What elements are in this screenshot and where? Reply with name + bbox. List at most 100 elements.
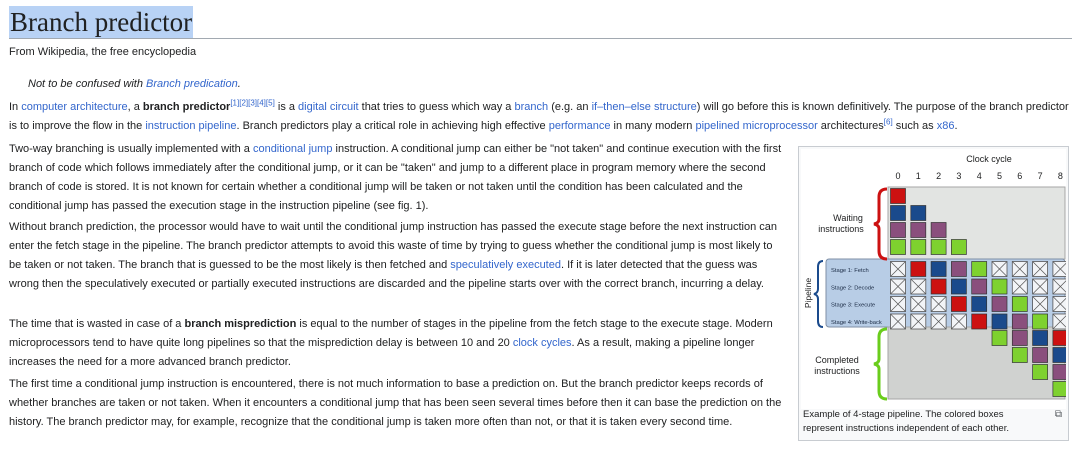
- clock-cycle-title: Clock cycle: [966, 154, 1012, 164]
- pipeline-cell: [951, 261, 967, 277]
- pipeline-empty-cell: [1052, 261, 1069, 277]
- pipeline-empty-cell: [930, 296, 947, 312]
- completed-cell: [1052, 330, 1069, 346]
- pipeline-empty-cell: [890, 296, 906, 312]
- waiting-cell: [951, 239, 967, 255]
- pipeline-empty-cell: [890, 313, 906, 330]
- text: Two-way branching is usually implemented…: [9, 143, 253, 155]
- completed-label-line1: Completed: [815, 355, 859, 365]
- cycle-label-8: 8: [1058, 171, 1063, 181]
- link-clock-cycles[interactable]: clock cycles: [513, 337, 572, 349]
- pipeline-cell: [1032, 313, 1048, 330]
- pipeline-cell: [971, 261, 988, 277]
- link-branch-predication[interactable]: Branch predication: [146, 78, 238, 90]
- text: The first time a conditional jump instru…: [9, 378, 782, 428]
- link-digital-circuit[interactable]: digital circuit: [298, 101, 359, 113]
- text: such as: [892, 120, 937, 132]
- pipeline-diagram-image[interactable]: Clock cycle 0 1 2 3 4 5 6 7 8 Waiting instructio…: [801, 149, 1069, 409]
- pipeline-empty-cell: [1011, 278, 1028, 295]
- page-title: Branch predictor: [9, 6, 194, 38]
- completed-cell: [1032, 347, 1048, 363]
- completed-cell: [1052, 347, 1069, 363]
- waiting-cell: [930, 239, 947, 255]
- stage-label-1: Stage 1: Fetch: [831, 268, 869, 274]
- cycle-label-3: 3: [956, 171, 961, 181]
- cycle-label-2: 2: [936, 171, 941, 181]
- waiting-label-line2: instructions: [818, 224, 864, 234]
- pipeline-empty-cell: [1011, 261, 1028, 277]
- cycle-label-5: 5: [997, 171, 1002, 181]
- text: , a: [127, 101, 143, 113]
- text: in many modern: [610, 120, 696, 132]
- hatnote-prefix: Not to be confused with: [28, 78, 147, 90]
- figure-caption: Example of 4-stage pipeline. The colored…: [803, 409, 1009, 434]
- completed-label-line2: instructions: [814, 366, 860, 376]
- term-branch-misprediction: branch misprediction: [184, 318, 297, 330]
- text: that tries to guess which way a: [358, 101, 515, 113]
- pipeline-cell: [951, 296, 967, 312]
- waiting-cell: [910, 205, 927, 221]
- cycle-label-1: 1: [916, 171, 921, 181]
- pipeline-cell: [930, 278, 947, 295]
- link-conditional-jump[interactable]: conditional jump: [253, 143, 333, 155]
- article-page: Branch predictor From Wikipedia, the fre…: [0, 0, 1080, 456]
- text: is a: [274, 101, 299, 113]
- completed-cell: [1011, 330, 1028, 346]
- completed-cell: [1052, 364, 1069, 380]
- waiting-cell: [890, 205, 906, 221]
- link-instruction-pipeline[interactable]: instruction pipeline: [145, 120, 236, 132]
- cycle-label-0: 0: [895, 171, 900, 181]
- completed-cell: [1032, 364, 1048, 380]
- reference-links-1-5[interactable]: [1][2][3][4][5]: [230, 98, 274, 107]
- waiting-cell: [910, 239, 927, 255]
- stage-label-3: Stage 3: Execute: [831, 303, 875, 309]
- completed-cell: [1011, 347, 1028, 363]
- pipeline-cell: [971, 296, 988, 312]
- link-computer-architecture[interactable]: computer architecture: [21, 101, 127, 113]
- pipeline-cell: [991, 296, 1008, 312]
- pipeline-empty-cell: [1032, 261, 1049, 277]
- pipeline-empty-cell: [950, 313, 967, 330]
- completed-cell: [1032, 330, 1048, 346]
- term-branch-predictor: branch predictor: [142, 101, 231, 113]
- waiting-cell: [930, 222, 947, 238]
- site-tagline: From Wikipedia, the free encyclopedia: [9, 46, 197, 58]
- text: architectures: [817, 120, 884, 132]
- link-pipelined[interactable]: pipelined: [695, 120, 739, 132]
- pipeline-brace: [813, 260, 824, 328]
- pipeline-empty-cell: [1032, 278, 1049, 295]
- pipeline-empty-cell: [1052, 313, 1069, 330]
- pipeline-cell: [971, 313, 988, 330]
- link-branch[interactable]: branch: [515, 101, 549, 113]
- waiting-brace: [873, 187, 888, 261]
- pipeline-cell: [991, 313, 1008, 330]
- pipeline-cell: [951, 278, 967, 295]
- link-performance[interactable]: performance: [549, 120, 611, 132]
- link-speculatively-executed[interactable]: speculatively executed: [450, 259, 561, 271]
- pipeline-empty-cell: [930, 313, 947, 330]
- pipeline-figure: Clock cycle 0 1 2 3 4 5 6 7 8 Waiting instructio…: [798, 146, 1069, 441]
- text: .: [954, 120, 958, 132]
- pipeline-empty-cell: [910, 278, 927, 295]
- completed-brace: [873, 327, 888, 401]
- paragraph-intro: In computer architecture, a branch predi…: [9, 98, 1071, 136]
- title-divider: [9, 38, 1072, 39]
- pipeline-cell: [991, 278, 1008, 295]
- link-microprocessor[interactable]: microprocessor: [743, 120, 818, 132]
- pipeline-cell: [1011, 313, 1028, 330]
- text: The time that is wasted in case of a: [9, 318, 185, 330]
- text: In: [9, 101, 22, 113]
- enlarge-icon[interactable]: ⧉: [1055, 409, 1062, 420]
- waiting-cell: [890, 188, 906, 204]
- link-if-then-else[interactable]: if–then–else structure: [592, 101, 697, 113]
- paragraph-misprediction: The time that is wasted in case of a bra…: [9, 315, 787, 372]
- pipeline-cell: [910, 261, 927, 277]
- pipeline-empty-cell: [890, 261, 906, 277]
- link-x86[interactable]: x86: [937, 120, 955, 132]
- reference-link-6[interactable]: [6]: [884, 117, 893, 126]
- text: . Branch predictors play a critical role…: [236, 120, 549, 132]
- paragraph-without-prediction: Without branch prediction, the processor…: [9, 218, 787, 294]
- pipeline-diagram: Clock cycle 0 1 2 3 4 5 6 7 8 Waiting instructio…: [803, 154, 1069, 401]
- stage-label-4: Stage 4: Write-back: [831, 320, 882, 326]
- completed-cell: [1052, 381, 1069, 397]
